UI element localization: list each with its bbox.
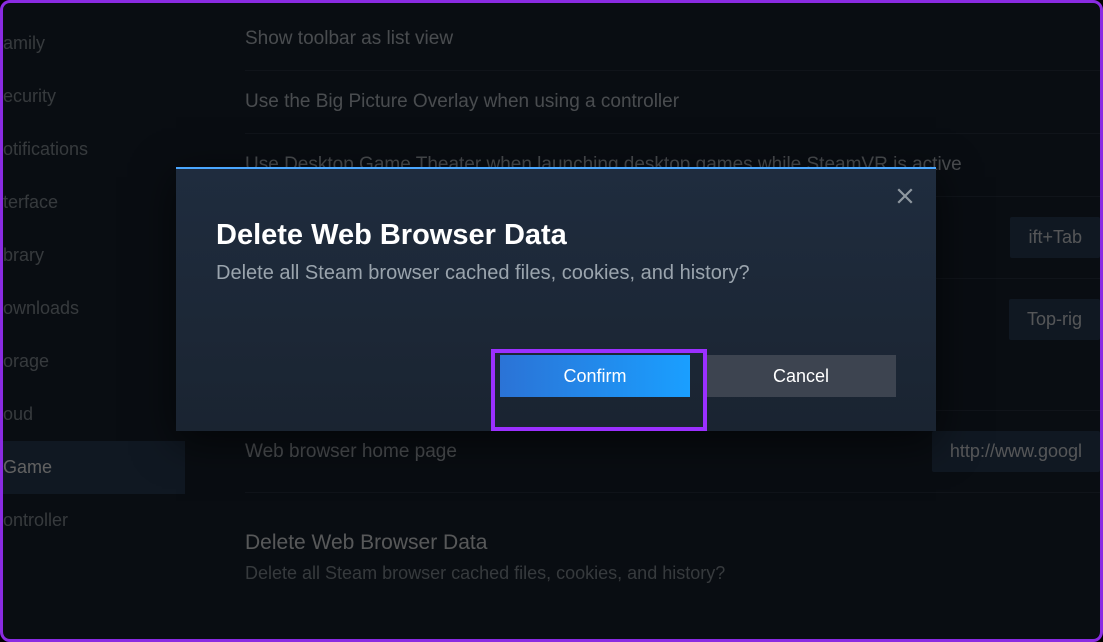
dialog-delete-browser-data: Delete Web Browser Data Delete all Steam… (176, 167, 936, 431)
confirm-button[interactable]: Confirm (500, 355, 690, 397)
dialog-title: Delete Web Browser Data (216, 219, 896, 252)
dialog-description: Delete all Steam browser cached files, c… (216, 262, 896, 285)
cancel-button[interactable]: Cancel (706, 355, 896, 397)
dialog-button-row: Confirm Cancel (216, 355, 896, 397)
close-icon[interactable] (896, 187, 916, 207)
